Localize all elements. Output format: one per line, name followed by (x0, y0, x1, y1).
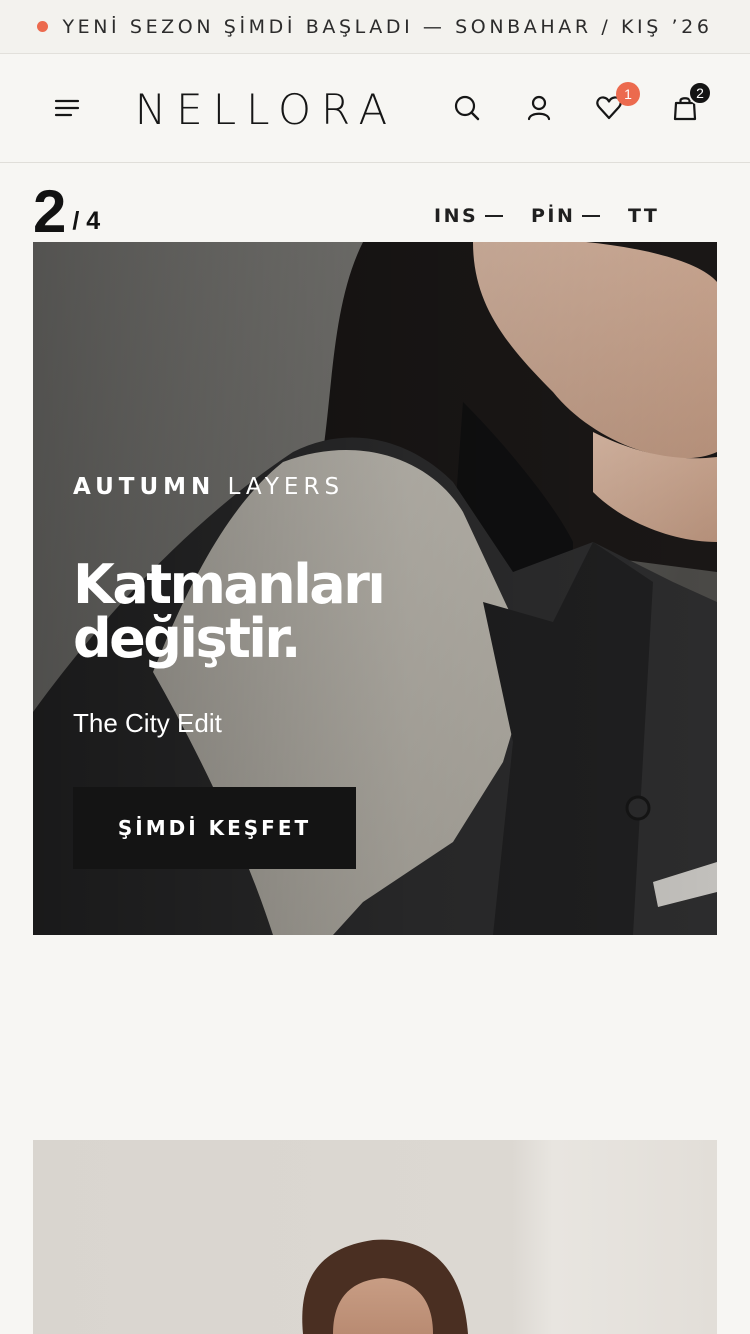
slide-counter: 2 / 4 (33, 174, 100, 242)
social-divider (582, 215, 600, 217)
hero-eyebrow-bold: AUTUMN (73, 474, 216, 500)
announcement-dot (37, 21, 49, 32)
brand-logo[interactable]: NELLORA (130, 81, 402, 137)
hero-subline: The City Edit (73, 708, 222, 738)
menu-icon (54, 99, 80, 117)
hero-headline-line-1: Katmanları (73, 553, 386, 616)
slide-current: 2 (33, 178, 67, 245)
site-header: NELLORA (0, 55, 750, 163)
slide-total: / 4 (72, 207, 101, 235)
hero-slide[interactable]: AUTUMN LAYERS Katmanları değiştir. The C… (33, 242, 717, 935)
social-link-tiktok[interactable]: TT (628, 203, 659, 229)
social-link-pinterest[interactable]: PİN (531, 203, 575, 229)
search-icon (454, 95, 480, 121)
menu-button[interactable] (48, 91, 86, 125)
next-banner-image (302, 1239, 468, 1334)
explore-now-button[interactable]: ŞİMDİ KEŞFET (73, 787, 356, 869)
hero-eyebrow: AUTUMN LAYERS (73, 474, 344, 500)
announcement-bar: YENİ SEZON ŞİMDİ BAŞLADI — SONBAHAR / KI… (0, 0, 750, 54)
cart-count-badge: 2 (688, 81, 712, 105)
user-icon (527, 95, 551, 121)
brand-logo-text: NELLORA (134, 84, 398, 134)
social-link-instagram[interactable]: INS (434, 203, 478, 229)
next-banner[interactable] (33, 1140, 717, 1334)
hero-headline: Katmanları değiştir. (73, 553, 386, 670)
hero-eyebrow-light: LAYERS (227, 474, 345, 500)
search-button[interactable] (448, 89, 486, 127)
wishlist-count-badge: 1 (616, 82, 640, 106)
account-button[interactable] (520, 89, 558, 127)
hero-headline-line-2: değiştir. (73, 607, 301, 670)
announcement-text: YENİ SEZON ŞİMDİ BAŞLADI — SONBAHAR / KI… (62, 15, 713, 38)
social-divider (485, 215, 503, 217)
